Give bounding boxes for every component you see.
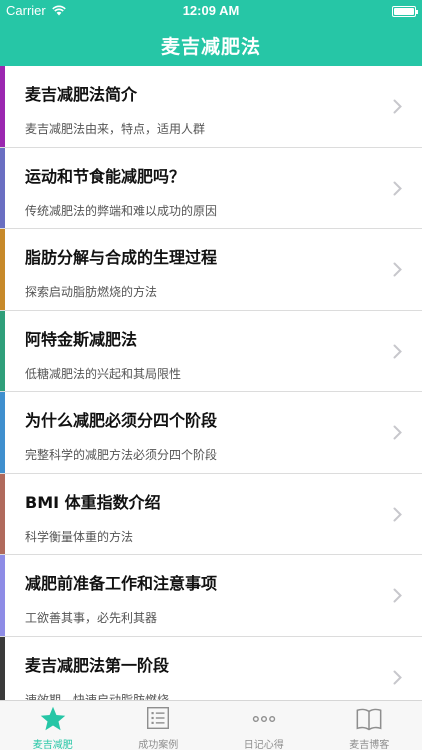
article-subtitle: 探索启动脂肪燃烧的方法	[25, 285, 158, 299]
article-title: 脂肪分解与合成的生理过程	[25, 248, 218, 267]
chevron-right-icon	[393, 507, 402, 521]
article-subtitle: 工欲善其事，必先利其器	[25, 611, 158, 625]
tab-blog[interactable]: 麦吉博客	[317, 701, 422, 750]
list-item[interactable]: 运动和节食能减肥吗？ 传统减肥法的弊端和难以成功的原因	[0, 147, 422, 229]
article-title: 麦吉减肥法第一阶段	[25, 655, 170, 675]
article-title: 为什么减肥必须分四个阶段	[25, 411, 218, 430]
article-subtitle: 科学衡量体重的方法	[25, 529, 134, 544]
chevron-right-icon	[393, 344, 402, 358]
article-list: 麦吉减肥法简介麦吉减肥法由来，特点，适用人群运动和节食能减肥吗？ 传统减肥法的弊端…	[0, 66, 422, 700]
accent-bar	[0, 473, 5, 554]
battery-icon	[392, 6, 418, 17]
article-title: 运动和节食能减肥吗？	[25, 166, 186, 186]
accent-bar	[0, 229, 5, 310]
accent-bar	[0, 636, 5, 700]
article-subtitle: 低糖减肥法的兴起和其局限性	[25, 366, 182, 381]
chevron-right-icon	[393, 425, 402, 440]
chevron-right-icon	[393, 181, 402, 195]
page-title: 麦吉减肥法	[160, 36, 261, 58]
article-subtitle: 速效期，快速启动脂肪燃烧	[25, 692, 170, 701]
chevron-right-icon	[393, 670, 402, 684]
article-title: 减肥前准备工作和注意事项	[25, 574, 218, 593]
tab-home[interactable]: 麦吉减肥	[0, 701, 106, 750]
status-bar: Carrier 12:09 AM	[0, 0, 422, 22]
list-item[interactable]: 减肥前准备工作和注意事项工欲善其事，必先利其器	[0, 555, 422, 637]
article-title: 阿特金斯减肥法	[25, 329, 138, 349]
app-header: Carrier 12:09 AM 麦吉减肥法	[0, 0, 422, 66]
article-title: BMI 体重指数介绍	[25, 492, 161, 512]
tab-label: 成功案例	[138, 740, 179, 750]
chevron-right-icon	[393, 588, 402, 603]
tab-bar: 麦吉减肥 成功案例 日记心得 麦吉博客	[0, 700, 422, 750]
list-item[interactable]: 脂肪分解与合成的生理过程探索启动脂肪燃烧的方法	[0, 229, 422, 311]
status-time: 12:09 AM	[182, 3, 240, 18]
list-item[interactable]: 为什么减肥必须分四个阶段完整科学的减肥方法必须分四个阶段	[0, 392, 422, 474]
tab-diary[interactable]: 日记心得	[211, 701, 317, 750]
accent-bar	[0, 555, 5, 636]
chevron-right-icon	[393, 99, 402, 114]
article-subtitle: 传统减肥法的弊端和难以成功的原因	[25, 203, 218, 218]
accent-bar	[0, 147, 5, 228]
list-item[interactable]: 阿特金斯减肥法低糖减肥法的兴起和其局限性	[0, 310, 422, 392]
accent-bar	[0, 66, 5, 147]
article-title: 麦吉减肥法简介	[25, 85, 138, 104]
list-item[interactable]: 麦吉减肥法简介麦吉减肥法由来，特点，适用人群	[0, 66, 422, 148]
tab-label: 麦吉减肥	[32, 740, 73, 750]
tab-success-cases[interactable]: 成功案例	[106, 701, 212, 750]
accent-bar	[0, 310, 5, 391]
tab-label: 日记心得	[243, 740, 284, 750]
accent-bar	[0, 392, 5, 473]
list-item[interactable]: 麦吉减肥法第一阶段速效期，快速启动脂肪燃烧	[0, 636, 422, 701]
tab-label: 麦吉博客	[349, 740, 390, 750]
chevron-right-icon	[393, 262, 402, 277]
article-subtitle: 完整科学的减肥方法必须分四个阶段	[25, 448, 218, 462]
article-subtitle: 麦吉减肥法由来，特点，适用人群	[25, 122, 206, 136]
list-item[interactable]: BMI 体重指数介绍科学衡量体重的方法	[0, 473, 422, 555]
